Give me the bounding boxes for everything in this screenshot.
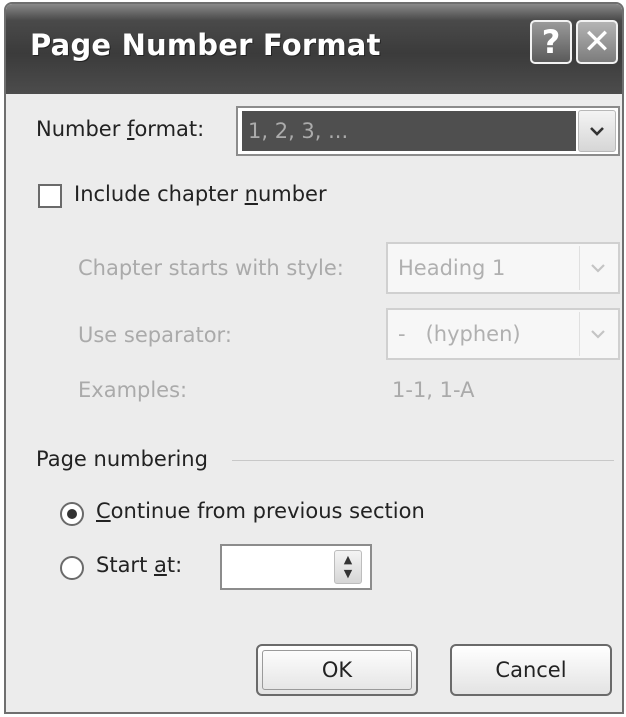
title-bar[interactable]: Page Number Format ? ✕	[6, 4, 622, 94]
cancel-button-label: Cancel	[495, 658, 567, 682]
spinner-buttons[interactable]: ▲ ▼	[334, 550, 362, 584]
number-format-dropdown[interactable]: 1, 2, 3, ...	[236, 106, 620, 156]
examples-value: 1-1, 1-A	[392, 378, 475, 402]
include-chapter-number-checkbox[interactable]	[38, 184, 62, 208]
group-divider	[232, 460, 614, 461]
chevron-down-icon	[579, 246, 616, 290]
chevron-down-icon[interactable]	[578, 110, 616, 152]
number-format-label: Number format:	[36, 117, 205, 141]
spin-down-icon[interactable]: ▼	[344, 567, 352, 581]
number-format-value: 1, 2, 3, ...	[242, 111, 576, 151]
chapter-style-label: Chapter starts with style:	[78, 256, 344, 280]
ok-button-label: OK	[321, 658, 353, 682]
separator-dropdown: - (hyphen)	[386, 308, 620, 360]
include-chapter-number-label[interactable]: Include chapter number	[74, 182, 327, 206]
continue-from-previous-radio[interactable]	[60, 502, 84, 526]
cancel-button[interactable]: Cancel	[450, 644, 612, 696]
chevron-down-icon	[579, 312, 616, 356]
start-at-radio[interactable]	[60, 556, 84, 580]
help-button[interactable]: ?	[530, 20, 572, 64]
close-icon: ✕	[582, 22, 612, 62]
chapter-style-value: Heading 1	[398, 256, 506, 280]
separator-label: Use separator:	[78, 323, 232, 347]
continue-from-previous-label[interactable]: Continue from previous section	[96, 499, 425, 523]
page-number-format-dialog: Page Number Format ? ✕ Number format: 1,…	[4, 2, 624, 714]
dialog-title: Page Number Format	[30, 28, 381, 62]
spin-up-icon[interactable]: ▲	[344, 553, 352, 567]
start-at-label[interactable]: Start at:	[96, 553, 182, 577]
start-at-spinner[interactable]: ▲ ▼	[220, 544, 372, 590]
page-numbering-group-label: Page numbering	[36, 447, 208, 471]
radio-selected-dot	[67, 509, 77, 519]
ok-button[interactable]: OK	[256, 644, 418, 696]
separator-value: - (hyphen)	[398, 322, 521, 346]
close-button[interactable]: ✕	[576, 20, 618, 64]
help-icon: ?	[541, 23, 561, 61]
examples-label: Examples:	[78, 378, 188, 402]
chapter-style-dropdown: Heading 1	[386, 242, 620, 294]
